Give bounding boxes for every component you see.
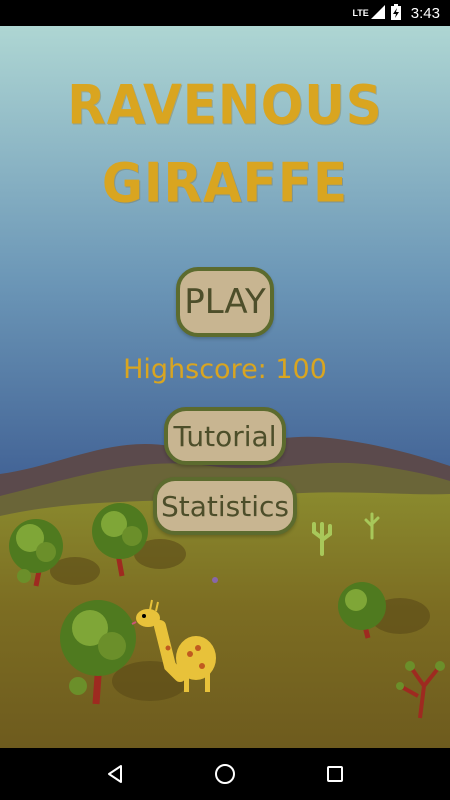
back-icon[interactable] [95,754,135,794]
lte-label: LTE [352,8,369,18]
signal-icon [370,4,385,22]
game-area: RAVENOUS GIRAFFE PLAY Highscore: 100 Tut… [0,26,450,748]
recents-icon[interactable] [315,754,355,794]
navigation-bar [0,748,450,800]
tutorial-button[interactable]: Tutorial [164,407,286,465]
status-bar: LTE 3:43 [0,0,450,26]
home-icon[interactable] [205,754,245,794]
highscore-label: Highscore: 100 [123,354,327,385]
play-button[interactable]: PLAY [176,267,274,337]
game-title-line1: RAVENOUS [67,73,383,137]
game-title-line2: GIRAFFE [101,151,349,215]
clock: 3:43 [410,4,440,22]
battery-charging-icon [390,3,401,23]
statistics-button[interactable]: Statistics [153,477,297,535]
